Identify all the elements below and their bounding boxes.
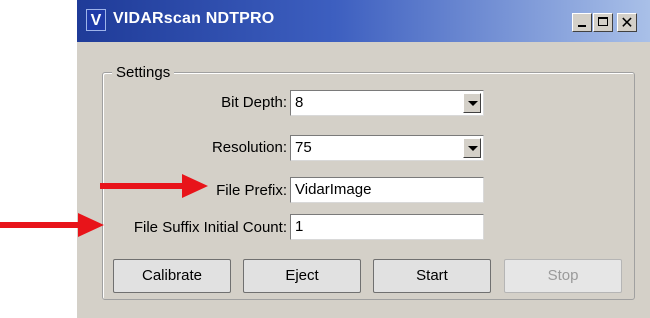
arrow-head — [182, 174, 208, 198]
close-icon: ✕ — [620, 13, 634, 32]
file-suffix-input[interactable]: 1 — [290, 214, 484, 240]
chevron-down-icon — [468, 146, 478, 151]
annotation-arrow-file-prefix — [100, 174, 208, 198]
close-button[interactable]: ✕ — [617, 13, 637, 32]
vidarscan-window: V VIDARscan NDTPRO ✕ Settings Bit Depth:… — [77, 0, 650, 318]
start-button[interactable]: Start — [373, 259, 491, 293]
resolution-value: 75 — [295, 139, 312, 156]
window-title: VIDARscan NDTPRO — [113, 10, 275, 27]
bit-depth-value: 8 — [295, 94, 304, 111]
chevron-down-icon — [468, 101, 478, 106]
calibrate-button[interactable]: Calibrate — [113, 259, 231, 293]
bit-depth-select[interactable]: 8 — [290, 90, 484, 116]
minimize-icon — [578, 25, 586, 27]
resolution-label: Resolution: — [211, 139, 287, 156]
stop-button[interactable]: Stop — [504, 259, 622, 293]
file-prefix-value: VidarImage — [295, 181, 372, 198]
title-bar[interactable]: V VIDARscan NDTPRO ✕ — [77, 0, 650, 42]
arrow-head — [78, 213, 104, 237]
file-suffix-value: 1 — [295, 218, 304, 235]
maximize-icon — [598, 17, 608, 26]
resolution-dropdown-button[interactable] — [463, 138, 481, 158]
arrow-shaft — [100, 183, 184, 189]
bit-depth-label: Bit Depth: — [221, 94, 287, 111]
eject-button[interactable]: Eject — [243, 259, 361, 293]
file-prefix-input[interactable]: VidarImage — [290, 177, 484, 203]
resolution-select[interactable]: 75 — [290, 135, 484, 161]
file-suffix-label: File Suffix Initial Count: — [133, 219, 287, 236]
arrow-shaft — [0, 222, 80, 228]
settings-group-label: Settings — [112, 64, 175, 81]
annotation-arrow-file-suffix — [0, 213, 104, 237]
app-icon: V — [86, 9, 106, 31]
bit-depth-dropdown-button[interactable] — [463, 93, 481, 113]
maximize-button[interactable] — [593, 13, 613, 32]
minimize-button[interactable] — [572, 13, 592, 32]
